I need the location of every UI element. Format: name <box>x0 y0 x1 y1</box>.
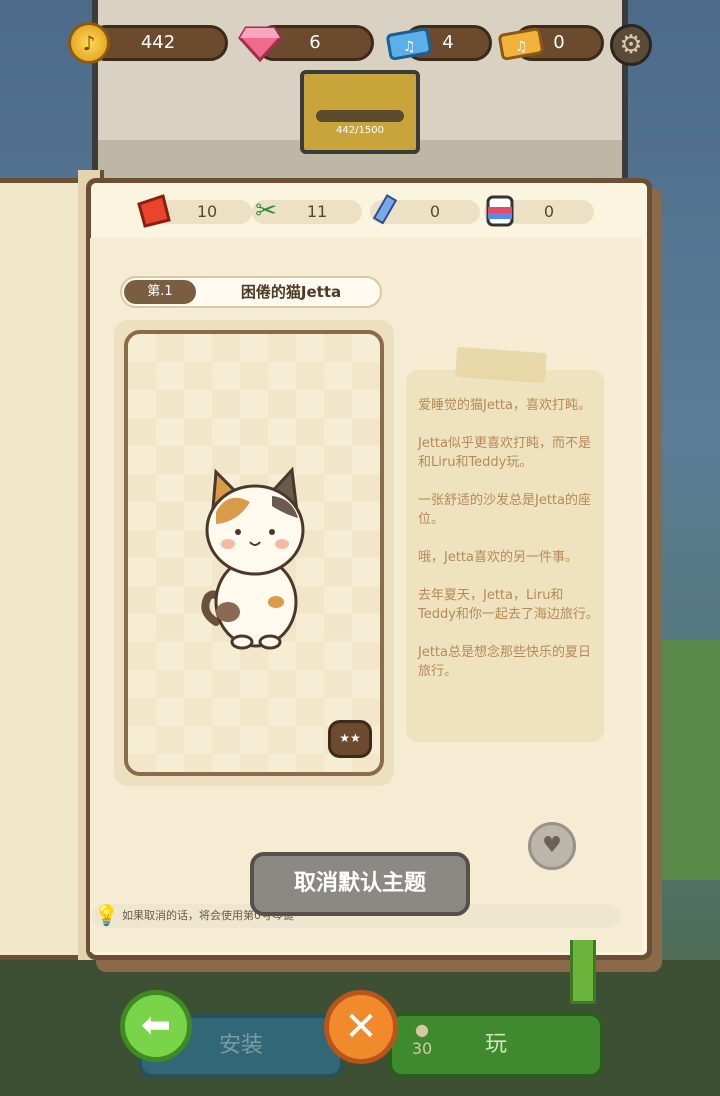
favorite-heart-button[interactable]: ♥ <box>528 822 576 870</box>
chapter-title: 困倦的猫Jetta <box>240 283 342 301</box>
pencil-value: 0 <box>429 202 441 221</box>
play-label: 玩 <box>484 1032 507 1057</box>
unset-default-theme-button[interactable]: 取消默认主题 <box>250 852 470 916</box>
pencil-icon <box>364 192 404 230</box>
chapter-number: 第.1 <box>124 280 196 304</box>
settings-gear-icon[interactable]: ⚙ <box>610 24 652 66</box>
cat-jetta-illustration <box>201 466 305 650</box>
lightbulb-icon: 💡 <box>94 903 119 927</box>
currency-bar: 442 ♪ 6 4 ♫ 0 ♫ ⚙ <box>0 0 720 86</box>
svg-text:♫: ♫ <box>403 39 416 55</box>
gems-value: 6 <box>309 32 321 53</box>
unlock-progress-bar <box>316 110 404 122</box>
scissors-icon: ✂ <box>255 196 277 226</box>
blue-ticket-icon: ♫ <box>386 26 432 61</box>
scissors-value: 11 <box>306 202 328 221</box>
back-arrow-button[interactable]: ⬅ <box>120 990 192 1062</box>
close-button[interactable]: ✕ <box>324 990 398 1064</box>
play-cost-value: 30 <box>411 1039 433 1058</box>
story-paragraph: 爱睡觉的猫Jetta，喜欢打盹。 <box>418 398 591 413</box>
blue-tickets-value: 4 <box>442 32 454 53</box>
back-arrow-icon: ⬅ <box>140 1005 172 1046</box>
story-text: 爱睡觉的猫Jetta，喜欢打盹。 Jetta似乎更喜欢打盹，而不是和Liru和T… <box>418 396 600 700</box>
story-paragraph: 去年夏天，Jetta，Liru和Teddy和你一起去了海边旅行。 <box>418 588 599 622</box>
story-paragraph: Jetta总是想念那些快乐的夏日旅行。 <box>418 645 591 679</box>
card-rank-badge-icon: ★★ <box>328 720 372 758</box>
unlock-progress-text: 442/1500 <box>336 125 384 136</box>
chapter-header: 第.1 困倦的猫Jetta <box>120 276 382 308</box>
story-paragraph: 一张舒适的沙发总是Jetta的座位。 <box>418 493 591 527</box>
music-coin-icon: ♪ <box>68 22 110 64</box>
gold-ticket-icon: ♫ <box>498 26 544 61</box>
red-paper-icon <box>134 192 174 230</box>
svg-text:♫: ♫ <box>515 39 528 55</box>
close-x-icon: ✕ <box>344 1004 378 1050</box>
bookmark-ribbon <box>570 940 596 1004</box>
story-paragraph: 哦，Jetta喜欢的另一件事。 <box>418 550 578 565</box>
coins-value: 442 <box>140 32 176 53</box>
gold-tickets-value: 0 <box>553 32 565 53</box>
character-card <box>124 330 384 776</box>
red-paper-value: 10 <box>196 202 218 221</box>
resources-row: 10 11 ✂ 0 0 <box>120 190 620 230</box>
gem-icon <box>238 24 282 63</box>
paint-jar-icon <box>480 192 520 230</box>
story-paragraph: Jetta似乎更喜欢打盹，而不是和Liru和Teddy玩。 <box>418 436 591 470</box>
play-cost: ● 30 <box>400 1020 444 1070</box>
heart-icon: ♥ <box>542 833 562 858</box>
coin-icon: ● <box>415 1020 429 1039</box>
paint-value: 0 <box>543 202 555 221</box>
tape-decoration <box>455 346 547 384</box>
